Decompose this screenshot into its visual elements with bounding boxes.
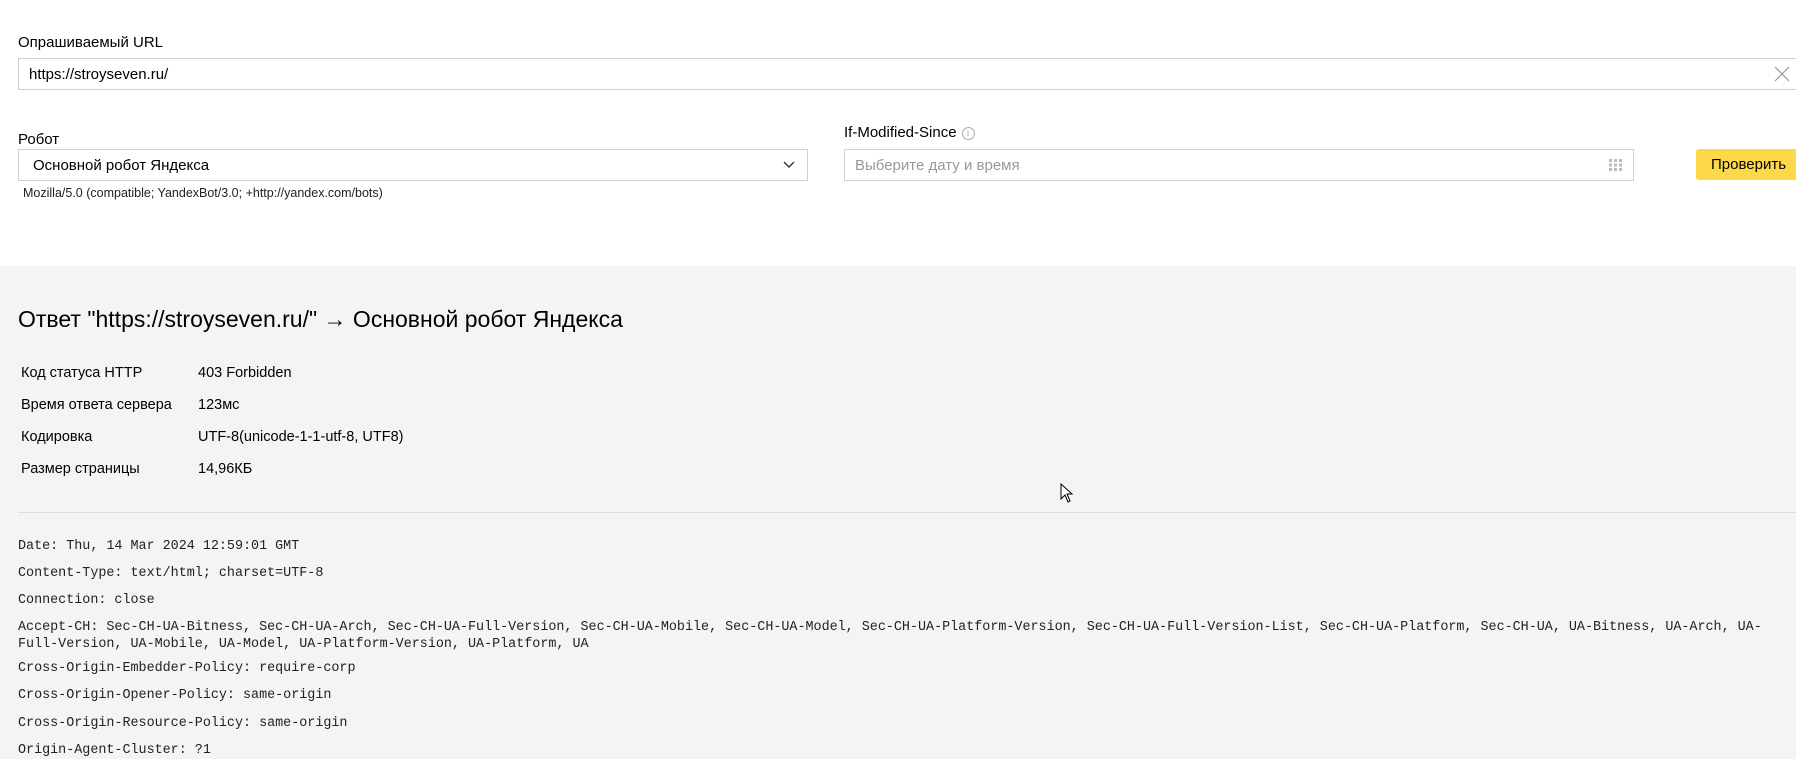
row-value: 123мс (198, 397, 240, 413)
user-agent-text: Mozilla/5.0 (compatible; YandexBot/3.0; … (23, 186, 383, 200)
result-row-time: Время ответа сервера 123мс (21, 397, 239, 413)
request-form: Опрашиваемый URL https://stroyseven.ru/ … (0, 0, 1796, 266)
ims-label-wrap: If-Modified-Since i (844, 124, 975, 141)
url-value: https://stroyseven.ru/ (29, 65, 169, 83)
url-input[interactable]: https://stroyseven.ru/ (18, 58, 1796, 90)
row-key: Кодировка (21, 429, 93, 445)
row-value: 14,96КБ (198, 461, 253, 477)
row-value: 403 Forbidden (198, 365, 292, 381)
header-line: Cross-Origin-Embedder-Policy: require-co… (18, 661, 356, 676)
header-line: Date: Thu, 14 Mar 2024 12:59:01 GMT (18, 539, 300, 554)
header-line: Accept-CH: Sec-CH-UA-Bitness, Sec-CH-UA-… (18, 620, 1762, 652)
url-label: Опрашиваемый URL (18, 34, 164, 51)
clear-url-icon[interactable] (1773, 65, 1791, 83)
divider (18, 512, 1796, 513)
robot-selected-value: Основной робот Яндекса (33, 156, 210, 174)
mouse-cursor-icon (1060, 483, 1074, 503)
robot-select[interactable]: Основной робот Яндекса (18, 149, 808, 181)
row-key: Размер страницы (21, 461, 140, 477)
header-line: Connection: close (18, 593, 155, 608)
header-line: Content-Type: text/html; charset=UTF-8 (18, 566, 324, 581)
info-icon[interactable]: i (961, 127, 975, 140)
header-line: Origin-Agent-Cluster: ?1 (18, 743, 211, 758)
check-button[interactable]: Проверить (1696, 149, 1796, 180)
date-time-input[interactable]: Выберите дату и время (844, 149, 1634, 181)
result-row-size: Размер страницы 14,96КБ (21, 461, 252, 477)
date-placeholder: Выберите дату и время (855, 156, 1020, 174)
row-value: UTF-8(unicode-1-1-utf-8, UTF8) (198, 429, 404, 445)
robot-label: Робот (18, 131, 60, 148)
result-title: Ответ "https://stroyseven.ru/" → Основно… (18, 306, 623, 332)
row-key: Код статуса HTTP (21, 365, 143, 381)
calendar-icon[interactable] (1609, 159, 1623, 171)
chevron-down-icon (783, 161, 795, 168)
result-row-encoding: Кодировка UTF-8(unicode-1-1-utf-8, UTF8) (21, 429, 403, 445)
row-key: Время ответа сервера (21, 397, 172, 413)
header-line: Cross-Origin-Resource-Policy: same-origi… (18, 716, 348, 731)
ims-label: If-Modified-Since (844, 124, 957, 141)
header-line: Cross-Origin-Opener-Policy: same-origin (18, 688, 332, 703)
result-row-status: Код статуса HTTP 403 Forbidden (21, 365, 292, 381)
